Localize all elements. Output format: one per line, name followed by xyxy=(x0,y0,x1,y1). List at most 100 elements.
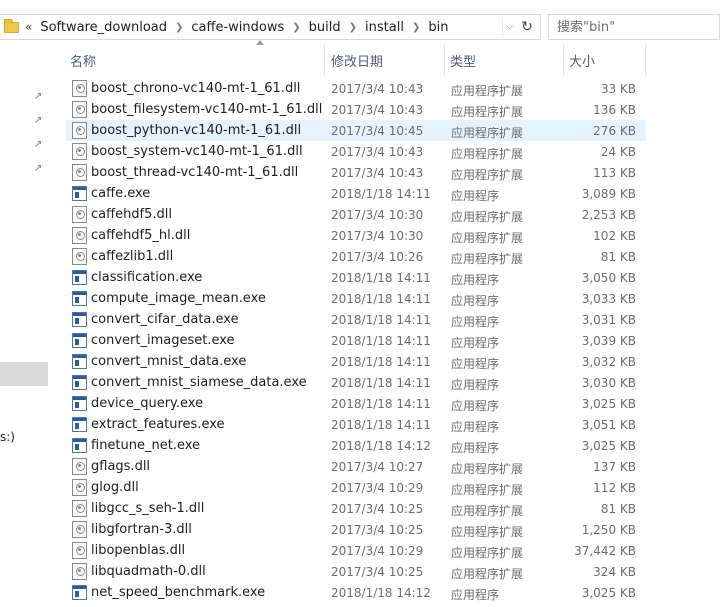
file-row[interactable]: classification.exe 2018/1/18 14:11 应用程序 3,0… xyxy=(66,267,646,288)
exe-file-icon xyxy=(72,396,87,411)
file-date-modified: 2018/1/18 14:11 xyxy=(331,355,431,369)
file-size: 3,089 KB xyxy=(581,187,636,201)
file-name: glog.dll xyxy=(91,480,139,495)
breadcrumb-build[interactable]: build xyxy=(309,20,341,35)
column-header-type[interactable]: 类型 xyxy=(446,44,564,76)
navigation-pane[interactable]: ↗ ↗ ↗ ↗ s:) xyxy=(0,44,50,607)
file-type: 应用程序 xyxy=(451,399,500,413)
file-date-modified: 2017/3/4 10:30 xyxy=(331,229,424,243)
pin-icon[interactable]: ↗ xyxy=(34,140,44,150)
file-name: extract_features.exe xyxy=(91,417,225,432)
window-top-strip xyxy=(0,0,720,8)
file-row[interactable]: net_speed_benchmark.exe 2018/1/18 14:12 应用… xyxy=(66,582,646,603)
file-row[interactable]: convert_imageset.exe 2018/1/18 14:11 应用程序 3… xyxy=(66,330,646,351)
file-size: 37,442 KB xyxy=(574,544,636,558)
file-name: libgcc_s_seh-1.dll xyxy=(91,501,205,516)
file-type: 应用程序扩展 xyxy=(451,105,524,119)
file-size: 113 KB xyxy=(593,166,636,180)
search-box[interactable] xyxy=(548,14,720,40)
file-row[interactable]: convert_mnist_siamese_data.exe 2018/1/18 … xyxy=(66,372,646,393)
exe-file-icon xyxy=(72,186,87,201)
file-row[interactable]: libgcc_s_seh-1.dll 2017/3/4 10:25 应用程序扩展 81… xyxy=(66,498,646,519)
file-size: 3,025 KB xyxy=(581,439,636,453)
file-size: 3,030 KB xyxy=(581,376,636,390)
column-header-date[interactable]: 修改日期 xyxy=(327,44,445,76)
file-row[interactable]: libopenblas.dll 2017/3/4 10:29 应用程序扩展 37,44… xyxy=(66,540,646,561)
file-row[interactable]: caffezlib1.dll 2017/3/4 10:26 应用程序扩展 81 KB xyxy=(66,246,646,267)
pin-icon[interactable]: ↗ xyxy=(34,116,44,126)
file-row[interactable]: finetune_net.exe 2018/1/18 14:12 应用程序 3,025… xyxy=(66,435,646,456)
dll-file-icon xyxy=(72,101,87,118)
file-row[interactable]: boost_filesystem-vc140-mt-1_61.dll 2017/3… xyxy=(66,99,646,120)
file-size: 3,050 KB xyxy=(581,271,636,285)
dll-file-icon xyxy=(72,122,87,139)
file-size: 3,032 KB xyxy=(581,355,636,369)
file-name: boost_thread-vc140-mt-1_61.dll xyxy=(91,165,299,180)
file-row[interactable]: libquadmath-0.dll 2017/3/4 10:25 应用程序扩展 324… xyxy=(66,561,646,582)
file-row[interactable]: compute_image_mean.exe 2018/1/18 14:11 应用程… xyxy=(66,288,646,309)
file-row[interactable]: libgfortran-3.dll 2017/3/4 10:25 应用程序扩展 1,2… xyxy=(66,519,646,540)
chevron-right-icon[interactable]: ❯ xyxy=(349,22,357,33)
chevron-right-icon[interactable]: ❯ xyxy=(412,22,420,33)
file-date-modified: 2018/1/18 14:11 xyxy=(331,397,431,411)
column-header-row: 名称 修改日期 类型 大小 xyxy=(66,40,646,76)
file-name: boost_python-vc140-mt-1_61.dll xyxy=(91,123,302,138)
file-row[interactable]: caffehdf5.dll 2017/3/4 10:30 应用程序扩展 2,253 K… xyxy=(66,204,646,225)
file-list: boost_chrono-vc140-mt-1_61.dll 2017/3/4 1… xyxy=(66,78,646,603)
nav-item-drive-label[interactable]: s:) xyxy=(0,430,15,444)
file-type: 应用程序 xyxy=(451,588,500,602)
file-date-modified: 2018/1/18 14:11 xyxy=(331,187,431,201)
file-row[interactable]: boost_python-vc140-mt-1_61.dll 2017/3/4 1… xyxy=(66,120,646,141)
file-size: 33 KB xyxy=(600,82,636,96)
file-row[interactable]: boost_system-vc140-mt-1_61.dll 2017/3/4 1… xyxy=(66,141,646,162)
file-name: classification.exe xyxy=(91,270,203,285)
file-row[interactable]: convert_mnist_data.exe 2018/1/18 14:11 应用程… xyxy=(66,351,646,372)
breadcrumb-caffe-windows[interactable]: caffe-windows xyxy=(191,20,284,35)
exe-file-icon xyxy=(72,291,87,306)
pin-icon[interactable]: ↗ xyxy=(34,164,44,174)
file-row[interactable]: extract_features.exe 2018/1/18 14:11 应用程序 3… xyxy=(66,414,646,435)
file-row[interactable]: gflags.dll 2017/3/4 10:27 应用程序扩展 137 KB xyxy=(66,456,646,477)
column-header-size[interactable]: 大小 xyxy=(565,44,646,76)
file-type: 应用程序 xyxy=(451,189,500,203)
chevron-right-icon[interactable]: ❯ xyxy=(292,22,300,33)
file-size: 102 KB xyxy=(593,229,636,243)
breadcrumb-install[interactable]: install xyxy=(365,20,404,35)
column-header-name[interactable]: 名称 xyxy=(66,44,325,76)
file-type: 应用程序 xyxy=(451,336,500,350)
file-date-modified: 2018/1/18 14:11 xyxy=(331,313,431,327)
exe-file-icon xyxy=(72,333,87,348)
file-size: 3,031 KB xyxy=(581,313,636,327)
chevron-down-icon[interactable]: ⌵ xyxy=(502,19,516,35)
file-date-modified: 2017/3/4 10:25 xyxy=(331,565,424,579)
file-type: 应用程序 xyxy=(451,294,500,308)
file-row[interactable]: convert_cifar_data.exe 2018/1/18 14:11 应用程… xyxy=(66,309,646,330)
file-row[interactable]: caffe.exe 2018/1/18 14:11 应用程序 3,089 KB xyxy=(66,183,646,204)
pin-icon[interactable]: ↗ xyxy=(34,92,44,102)
file-row[interactable]: caffehdf5_hl.dll 2017/3/4 10:30 应用程序扩展 102 … xyxy=(66,225,646,246)
file-type: 应用程序扩展 xyxy=(451,168,524,182)
file-name: device_query.exe xyxy=(91,396,204,411)
search-input[interactable] xyxy=(557,19,719,35)
file-size: 324 KB xyxy=(593,565,636,579)
file-size: 276 KB xyxy=(593,124,636,138)
file-date-modified: 2017/3/4 10:45 xyxy=(331,124,424,138)
refresh-icon[interactable]: ↻ xyxy=(518,17,536,37)
file-date-modified: 2018/1/18 14:11 xyxy=(331,292,431,306)
file-date-modified: 2017/3/4 10:43 xyxy=(331,166,424,180)
file-name: net_speed_benchmark.exe xyxy=(91,585,266,600)
breadcrumb-overflow-button[interactable]: « xyxy=(25,20,32,34)
breadcrumb-software-download[interactable]: Software_download xyxy=(40,20,167,35)
file-type: 应用程序扩展 xyxy=(451,126,524,140)
chevron-right-icon[interactable]: ❯ xyxy=(175,22,183,33)
file-date-modified: 2018/1/18 14:11 xyxy=(331,376,431,390)
file-row[interactable]: glog.dll 2017/3/4 10:29 应用程序扩展 112 KB xyxy=(66,477,646,498)
file-name: finetune_net.exe xyxy=(91,438,201,453)
breadcrumb-bin[interactable]: bin xyxy=(428,20,448,35)
file-row[interactable]: boost_thread-vc140-mt-1_61.dll 2017/3/4 1… xyxy=(66,162,646,183)
nav-item-selected[interactable] xyxy=(0,362,48,386)
address-bar[interactable]: « Software_download ❯ caffe-windows ❯ bu… xyxy=(0,14,541,40)
file-date-modified: 2017/3/4 10:43 xyxy=(331,145,424,159)
file-row[interactable]: boost_chrono-vc140-mt-1_61.dll 2017/3/4 1… xyxy=(66,78,646,99)
file-row[interactable]: device_query.exe 2018/1/18 14:11 应用程序 3,025… xyxy=(66,393,646,414)
